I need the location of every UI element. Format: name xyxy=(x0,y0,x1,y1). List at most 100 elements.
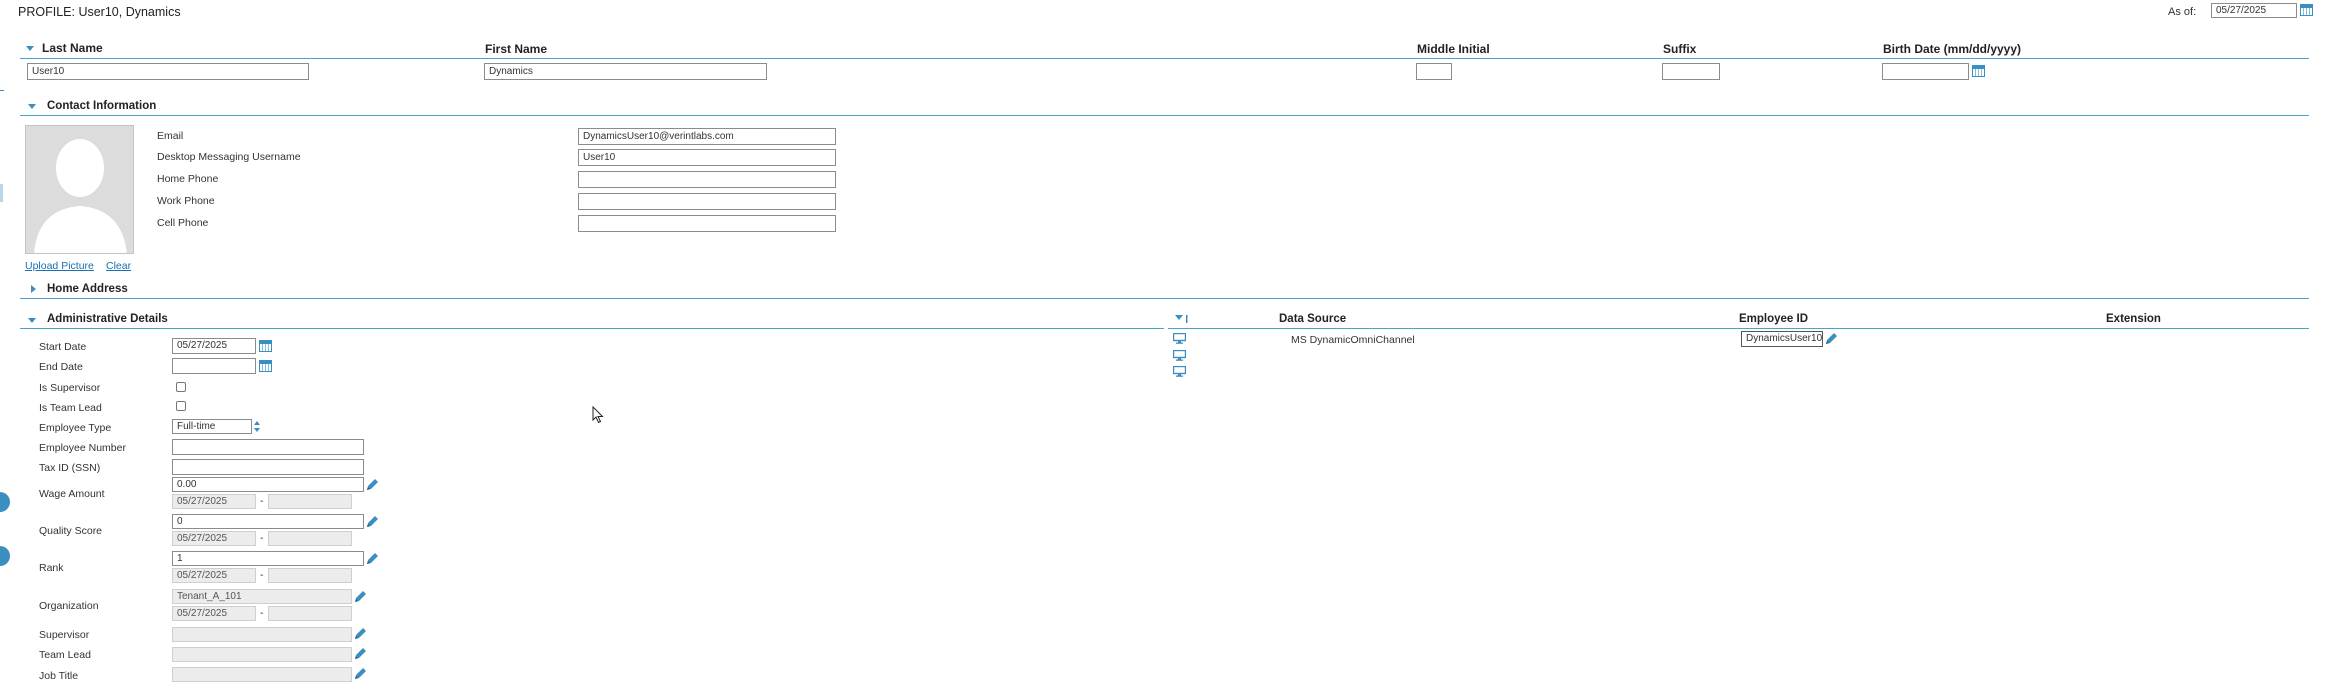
admin-section-title: Administrative Details xyxy=(47,313,168,325)
last-name-input[interactable]: User10 xyxy=(27,63,309,80)
as-of-input[interactable]: 05/27/2025 xyxy=(2211,3,2297,18)
team-lead-edit-pencil-icon[interactable] xyxy=(353,647,367,661)
birth-date-input[interactable] xyxy=(1882,63,1969,80)
admin-divider xyxy=(20,328,1164,329)
employee-id-input[interactable]: DynamicsUser10 xyxy=(1741,331,1823,347)
cell-phone-input[interactable] xyxy=(578,215,836,232)
desktop-messaging-label: Desktop Messaging Username xyxy=(157,151,301,163)
quality-end-date xyxy=(268,531,352,546)
quality-score-label: Quality Score xyxy=(39,525,103,537)
rank-edit-pencil-icon[interactable] xyxy=(365,552,379,566)
organization-edit-pencil-icon[interactable] xyxy=(353,590,367,604)
employee-type-label: Employee Type xyxy=(39,422,112,434)
collapse-left-handle[interactable] xyxy=(0,492,10,512)
is-supervisor-checkbox[interactable] xyxy=(176,382,186,392)
profile-label: PROFILE: xyxy=(18,5,75,19)
datasource-monitor-icon[interactable] xyxy=(1173,366,1186,377)
datasource-filter-icon[interactable] xyxy=(1174,314,1190,324)
as-of-calendar-icon[interactable] xyxy=(2300,4,2313,16)
home-address-expand-icon[interactable] xyxy=(31,285,36,293)
email-input[interactable]: DynamicsUser10@verintlabs.com xyxy=(578,128,836,145)
col-extension: Extension xyxy=(2106,313,2161,325)
employee-type-spinner-icon[interactable] xyxy=(253,420,261,433)
admin-collapse-icon[interactable] xyxy=(28,318,36,323)
organization-range-dash: - xyxy=(260,607,264,619)
datasource-monitor-icon[interactable] xyxy=(1173,333,1186,344)
employee-number-label: Employee Number xyxy=(39,442,126,454)
email-label: Email xyxy=(157,130,184,142)
mouse-cursor-icon xyxy=(592,406,604,424)
job-title-label: Job Title xyxy=(39,670,79,682)
expand-left-handle[interactable] xyxy=(0,546,10,566)
datasource-monitor-icon[interactable] xyxy=(1173,350,1186,361)
supervisor-label: Supervisor xyxy=(39,629,90,641)
work-phone-input[interactable] xyxy=(578,193,836,210)
datasource-divider xyxy=(1168,328,2309,329)
organization-end-date xyxy=(268,606,352,621)
clear-picture-link[interactable]: Clear xyxy=(106,260,131,272)
rank-end-date xyxy=(268,568,352,583)
work-phone-label: Work Phone xyxy=(157,195,215,207)
supervisor-edit-pencil-icon[interactable] xyxy=(353,627,367,641)
desktop-messaging-input[interactable]: User10 xyxy=(578,149,836,166)
profile-name: User10, Dynamics xyxy=(78,5,181,19)
left-edge-marker xyxy=(0,90,4,91)
start-date-calendar-icon[interactable] xyxy=(259,340,272,352)
name-collapse-icon[interactable] xyxy=(26,46,34,51)
tax-id-label: Tax ID (SSN) xyxy=(39,462,101,474)
quality-edit-pencil-icon[interactable] xyxy=(365,515,379,529)
birth-date-calendar-icon[interactable] xyxy=(1972,65,1985,77)
home-phone-label: Home Phone xyxy=(157,173,219,185)
rank-start-date: 05/27/2025 xyxy=(172,568,256,583)
col-birth-date: Birth Date (mm/dd/yyyy) xyxy=(1883,42,2022,56)
employee-id-edit-pencil-icon[interactable] xyxy=(1824,332,1838,346)
rank-range-dash: - xyxy=(260,569,264,581)
wage-edit-pencil-icon[interactable] xyxy=(365,478,379,492)
team-lead-label: Team Lead xyxy=(39,649,91,661)
team-lead-value xyxy=(172,647,352,662)
wage-end-date xyxy=(268,494,352,509)
is-supervisor-label: Is Supervisor xyxy=(39,382,101,394)
col-last-name: Last Name xyxy=(42,41,103,55)
avatar-placeholder-icon xyxy=(34,139,127,253)
cell-phone-label: Cell Phone xyxy=(157,217,209,229)
job-title-edit-pencil-icon[interactable] xyxy=(353,667,367,681)
wage-range-dash: - xyxy=(260,495,264,507)
profile-picture xyxy=(25,125,134,254)
col-data-source: Data Source xyxy=(1279,313,1347,325)
employee-number-input[interactable] xyxy=(172,439,364,455)
middle-initial-input[interactable] xyxy=(1416,63,1452,80)
col-employee-id: Employee ID xyxy=(1739,313,1809,325)
organization-start-date: 05/27/2025 xyxy=(172,606,256,621)
organization-value: Tenant_A_101 xyxy=(172,589,352,604)
quality-start-date: 05/27/2025 xyxy=(172,531,256,546)
start-date-input[interactable]: 05/27/2025 xyxy=(172,338,256,354)
page-title: PROFILE: User10, Dynamics xyxy=(18,5,181,19)
contact-collapse-icon[interactable] xyxy=(28,104,36,109)
is-team-lead-checkbox[interactable] xyxy=(176,401,186,411)
end-date-label: End Date xyxy=(39,361,83,373)
datasource-name: MS DynamicOmniChannel xyxy=(1291,334,1415,346)
tax-id-input[interactable] xyxy=(172,459,364,475)
quality-score-input[interactable]: 0 xyxy=(172,514,364,529)
upload-picture-link[interactable]: Upload Picture xyxy=(25,260,94,272)
suffix-input[interactable] xyxy=(1662,63,1720,80)
col-first-name: First Name xyxy=(485,42,548,56)
wage-start-date: 05/27/2025 xyxy=(172,494,256,509)
end-date-input[interactable] xyxy=(172,358,256,374)
wage-amount-input[interactable]: 0.00 xyxy=(172,477,364,492)
end-date-calendar-icon[interactable] xyxy=(259,360,272,372)
employee-type-select[interactable]: Full-time xyxy=(172,419,252,434)
wage-amount-label: Wage Amount xyxy=(39,488,105,500)
name-divider xyxy=(20,58,2309,59)
job-title-value xyxy=(172,667,352,682)
rank-input[interactable]: 1 xyxy=(172,551,364,566)
col-suffix: Suffix xyxy=(1663,42,1697,56)
organization-label: Organization xyxy=(39,600,99,612)
home-phone-input[interactable] xyxy=(578,171,836,188)
contact-section-title: Contact Information xyxy=(47,100,157,112)
first-name-input[interactable]: Dynamics xyxy=(484,63,767,80)
home-address-section-title: Home Address xyxy=(47,283,128,295)
home-address-divider xyxy=(20,298,2309,299)
rank-label: Rank xyxy=(39,562,64,574)
